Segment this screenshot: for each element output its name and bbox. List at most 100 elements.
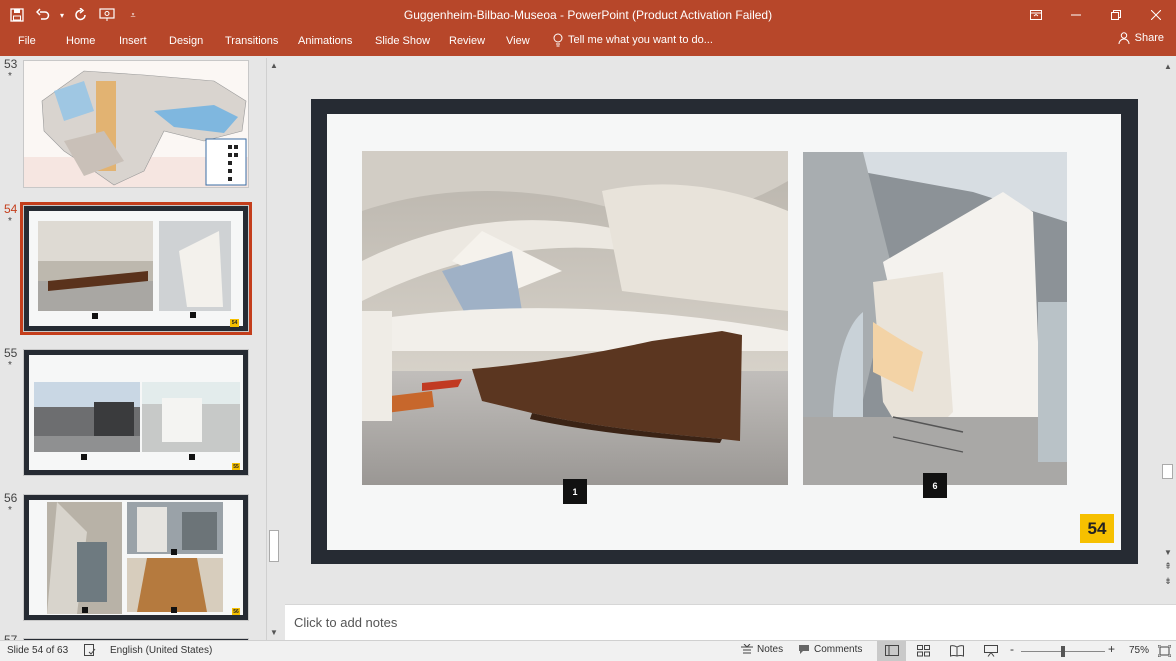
animation-star-icon: *: [8, 505, 12, 516]
scrollbar-thumb[interactable]: [269, 530, 279, 562]
scroll-up-arrow-icon[interactable]: ▲: [268, 59, 280, 71]
photo-number-marker: [171, 607, 177, 613]
next-slide-icon[interactable]: ⇟: [1162, 575, 1174, 587]
tell-me-search[interactable]: Tell me what you want to do...: [553, 33, 713, 47]
spelling-check-icon[interactable]: [84, 644, 96, 656]
share-label: Share: [1134, 32, 1164, 44]
reading-view-icon[interactable]: [950, 645, 964, 657]
slide-background: 56: [29, 500, 243, 615]
slide-content: 1 6 54: [327, 114, 1121, 550]
photo-number-marker: [171, 549, 177, 555]
page-number-badge: 56: [232, 608, 240, 615]
scrollbar-thumb[interactable]: [1162, 464, 1173, 479]
atrium-interior-image: [803, 152, 1067, 485]
tab-slide-show[interactable]: Slide Show: [373, 34, 432, 48]
close-icon[interactable]: [1136, 0, 1176, 30]
minimize-icon[interactable]: [1056, 0, 1096, 30]
slide-editing-area: 1 6 54: [285, 58, 1160, 602]
status-bar: Slide 54 of 63 English (United States) N…: [0, 640, 1176, 661]
photo-number-marker: [189, 454, 195, 460]
scroll-down-arrow-icon[interactable]: ▼: [1162, 546, 1174, 558]
slide-background: 54: [29, 211, 243, 327]
page-number-badge: 55: [232, 463, 240, 470]
zoom-slider[interactable]: [1021, 646, 1105, 657]
gallery-photo: [38, 221, 153, 311]
notes-placeholder: Click to add notes: [294, 615, 398, 630]
lightbulb-icon: [553, 33, 563, 47]
person-icon: [1118, 32, 1130, 44]
slide-thumbnail-55[interactable]: 55: [23, 349, 249, 476]
notes-pane[interactable]: Click to add notes: [285, 604, 1176, 640]
thumbnail-number: 55: [4, 346, 18, 360]
slide-sorter-icon[interactable]: [917, 645, 931, 657]
thumbnail-number: 53: [4, 57, 18, 71]
slide-thumbnail-pane: 53 * 54 * 54 55 * 55 56 * 56 57: [0, 56, 266, 640]
tab-view[interactable]: View: [504, 34, 532, 48]
previous-slide-icon[interactable]: ⇞: [1162, 560, 1174, 572]
gallery-photo: [159, 221, 231, 311]
thumbnail-scrollbar[interactable]: ▲ ▼: [266, 58, 281, 640]
title-bar: ▾ ⩡ Guggenheim-Bilbao-Museoa - PowerPoin…: [0, 0, 1176, 30]
gallery-photo: [127, 558, 223, 612]
ribbon-display-options-icon[interactable]: [1016, 0, 1056, 30]
slide-thumbnail-54[interactable]: 54: [20, 202, 252, 335]
comment-icon: [799, 645, 809, 654]
serra-sculpture-gallery-image: [362, 151, 788, 485]
zoom-level[interactable]: 75%: [1129, 645, 1149, 657]
tab-home[interactable]: Home: [64, 34, 97, 48]
zoom-in-button[interactable]: +: [1108, 643, 1115, 655]
photo-number-marker: [92, 313, 98, 319]
comments-toggle-button[interactable]: Comments: [798, 644, 862, 655]
photo-number-marker: [81, 454, 87, 460]
floor-plan-image: [24, 61, 248, 187]
thumbnail-number: 54: [4, 202, 18, 216]
page-number-badge: 54: [1080, 514, 1114, 543]
slide-scrollbar[interactable]: ▲ ▼ ⇞ ⇟: [1160, 58, 1176, 604]
animation-star-icon: *: [8, 216, 12, 227]
gallery-photo-tall[interactable]: [803, 152, 1067, 485]
animation-star-icon: *: [8, 360, 12, 371]
photo-number-marker: 6: [923, 473, 947, 498]
tab-design[interactable]: Design: [167, 34, 205, 48]
notes-toggle-button[interactable]: Notes: [741, 644, 783, 655]
window-title: Guggenheim-Bilbao-Museoa - PowerPoint (P…: [403, 8, 773, 22]
slide-thumbnail-56[interactable]: 56: [23, 494, 249, 621]
photo-number-marker: 1: [563, 479, 587, 504]
zoom-out-button[interactable]: -: [1010, 643, 1014, 655]
tab-review[interactable]: Review: [447, 34, 487, 48]
animation-star-icon: *: [8, 71, 12, 82]
tell-me-label: Tell me what you want to do...: [568, 34, 713, 46]
comments-label: Comments: [814, 644, 863, 655]
normal-view-button[interactable]: [877, 641, 906, 661]
gallery-photo: [142, 382, 240, 452]
tab-insert[interactable]: Insert: [117, 34, 149, 48]
gallery-photo: [127, 502, 223, 554]
share-button[interactable]: Share: [1118, 32, 1164, 44]
gallery-photo: [47, 502, 122, 614]
restore-icon[interactable]: [1096, 0, 1136, 30]
notes-label: Notes: [757, 644, 784, 655]
notes-icon: [741, 644, 753, 654]
scroll-down-arrow-icon[interactable]: ▼: [268, 626, 280, 638]
thumbnail-number: 56: [4, 491, 18, 505]
page-number-badge: 54: [230, 319, 239, 327]
tab-animations[interactable]: Animations: [296, 34, 354, 48]
photo-number-marker: [82, 607, 88, 613]
window-controls: [1016, 0, 1176, 30]
slide-counter[interactable]: Slide 54 of 63: [7, 645, 68, 657]
current-slide[interactable]: 1 6 54: [311, 99, 1138, 564]
slide-thumbnail-53[interactable]: [23, 60, 249, 188]
photo-number-marker: [190, 312, 196, 318]
tab-transitions[interactable]: Transitions: [223, 34, 280, 48]
tab-file[interactable]: File: [16, 34, 38, 48]
gallery-photo-large[interactable]: [362, 151, 788, 485]
ribbon-tabs: File Home Insert Design Transitions Anim…: [0, 30, 1176, 56]
scroll-up-arrow-icon[interactable]: ▲: [1162, 60, 1174, 72]
slide-background: 55: [29, 355, 243, 470]
fit-slide-icon[interactable]: [1158, 645, 1171, 657]
slide-show-icon[interactable]: [984, 645, 998, 657]
gallery-photo: [34, 382, 140, 452]
language-indicator[interactable]: English (United States): [110, 645, 212, 657]
zoom-slider-thumb[interactable]: [1061, 646, 1065, 657]
normal-view-icon: [885, 645, 899, 656]
